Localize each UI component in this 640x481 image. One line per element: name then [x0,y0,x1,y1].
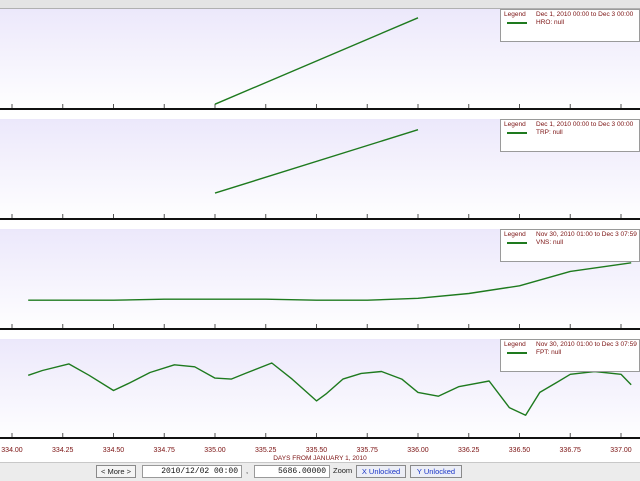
legend-title: Legend [504,121,526,128]
legend-date-range: Dec 1, 2010 00:00 to Dec 3 00:00 [536,121,634,128]
date-field[interactable]: 2010/12/02 00:00 [142,465,242,478]
bottom-toolbar: < More > 2010/12/02 00:00 , 5686.00000 Z… [0,462,640,481]
chart-panel-fpt[interactable]: Legend Nov 30, 2010 01:00 to Dec 3 07:59… [0,339,640,442]
x-tick-label: 334.25 [52,447,74,454]
x-tick-label: 334.75 [153,447,175,454]
legend-trp: Legend Dec 1, 2010 00:00 to Dec 3 00:00 … [500,119,640,152]
legend-hro: Legend Dec 1, 2010 00:00 to Dec 3 00:00 … [500,9,640,42]
top-edge-bar [0,0,640,9]
x-tick-label: 336.00 [407,447,429,454]
y-lock-button[interactable]: Y Unlocked [410,465,462,478]
legend-date-range: Nov 30, 2010 01:00 to Dec 3 07:59 [536,341,637,348]
x-tick-label: 335.75 [356,447,378,454]
chart-panel-vns[interactable]: Legend Nov 30, 2010 01:00 to Dec 3 07:59… [0,229,640,333]
legend-swatch [507,242,527,244]
x-tick-label: 334.50 [102,447,125,454]
x-axis-title: DAYS FROM JANUARY 1, 2010 [273,455,367,462]
x-tick-label: 335.50 [305,447,328,454]
more-button[interactable]: < More > [96,465,136,478]
x-tick-label: 336.25 [458,447,480,454]
legend-title: Legend [504,341,526,348]
legend-fpt: Legend Nov 30, 2010 01:00 to Dec 3 07:59… [500,339,640,372]
legend-date-range: Nov 30, 2010 01:00 to Dec 3 07:59 [536,231,637,238]
x-tick-label: 335.00 [204,447,226,454]
legend-title: Legend [504,231,526,238]
x-tick-label: 336.50 [508,447,531,454]
legend-vns: Legend Nov 30, 2010 01:00 to Dec 3 07:59… [500,229,640,262]
zoom-label: Zoom [333,466,353,475]
legend-swatch [507,22,527,24]
chart-panel-trp[interactable]: Legend Dec 1, 2010 00:00 to Dec 3 00:00 … [0,119,640,223]
legend-swatch [507,352,527,354]
legend-series-name: FPT: null [536,349,562,356]
legend-swatch [507,132,527,134]
value-field[interactable]: 5686.00000 [254,465,330,478]
legend-series-name: HRO: null [536,19,565,26]
legend-date-range: Dec 1, 2010 00:00 to Dec 3 00:00 [536,11,634,18]
x-tick-label: 335.25 [255,447,277,454]
legend-series-name: TRP: null [536,129,563,136]
separator-comma: , [246,466,249,475]
x-tick-label: 336.75 [559,447,581,454]
x-tick-label: 334.00 [1,447,23,454]
legend-title: Legend [504,11,526,18]
x-lock-button[interactable]: X Unlocked [356,465,406,478]
x-tick-label: 337.00 [610,447,632,454]
x-axis: DAYS FROM JANUARY 1, 2010 334.00 334.25 33… [0,441,640,463]
chart-panel-hro[interactable]: Legend Dec 1, 2010 00:00 to Dec 3 00:00 … [0,9,640,113]
legend-series-name: VNS: null [536,239,564,246]
